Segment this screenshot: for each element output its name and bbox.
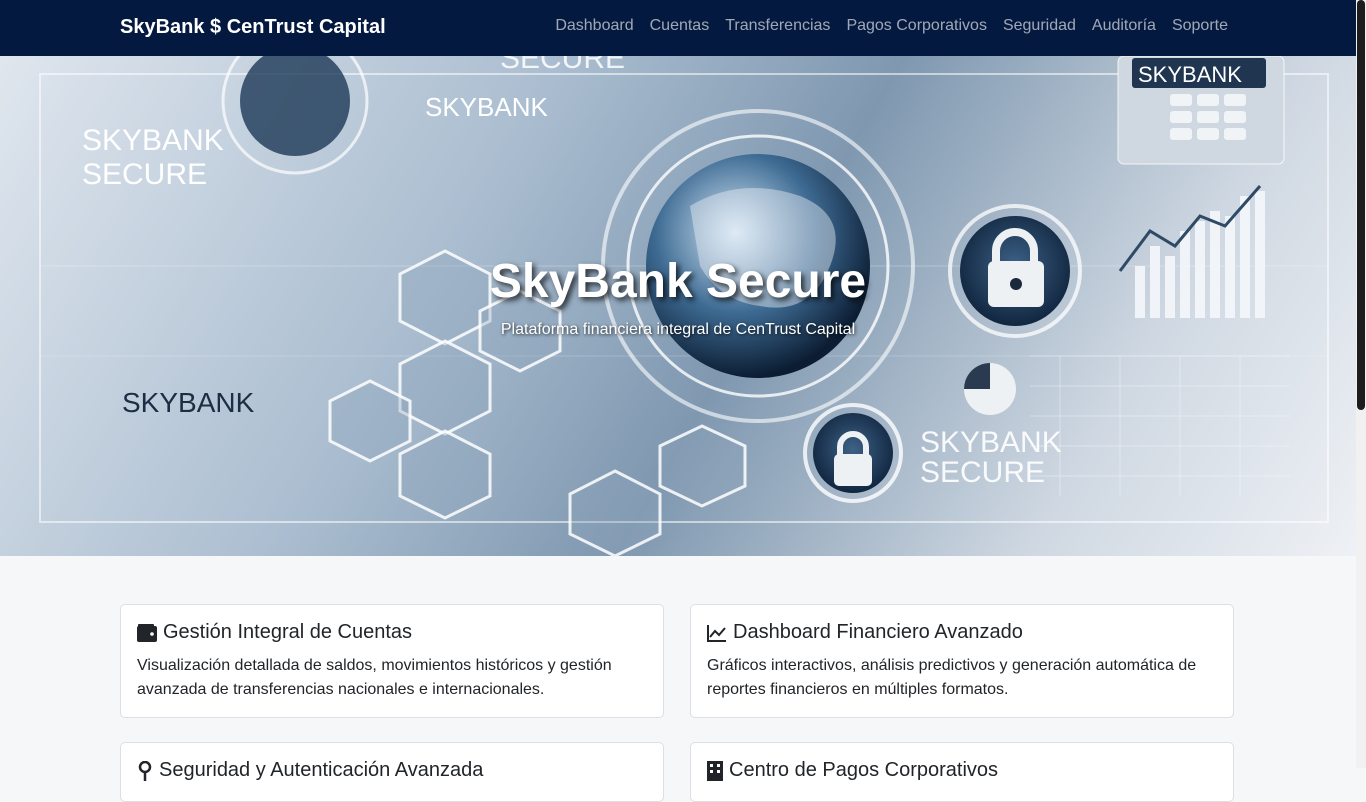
building-icon xyxy=(707,760,723,781)
card-seguridad: Seguridad y Autenticación Avanzada xyxy=(120,742,664,802)
hero-img-secure-top: SECURE xyxy=(500,56,625,75)
nav-auditoria[interactable]: Auditoría xyxy=(1092,17,1156,35)
hero-img-logo-top-right: SKYBANK xyxy=(1138,62,1242,87)
scrollbar-thumb[interactable] xyxy=(1357,0,1365,410)
card-title-row: Dashboard Financiero Avanzado xyxy=(707,621,1217,644)
hero-title: SkyBank Secure xyxy=(489,255,867,308)
hero-banner: SECURE SKYBANK SKYBANK SKYBANK SECURE SK… xyxy=(0,56,1356,556)
wallet-icon xyxy=(137,623,157,642)
hero-img-logo-bottom-right-2: SECURE xyxy=(920,456,1045,489)
nav-seguridad[interactable]: Seguridad xyxy=(1003,17,1076,35)
chart-line-icon xyxy=(707,624,726,642)
card-title: Centro de Pagos Corporativos xyxy=(729,759,999,781)
card-title: Gestión Integral de Cuentas xyxy=(163,621,413,643)
brand-logo[interactable]: SkyBank $ CenTrust Capital xyxy=(120,16,386,39)
card-text: Visualización detallada de saldos, movim… xyxy=(137,657,612,698)
hero-img-logo-bottom-left: SKYBANK xyxy=(122,387,255,418)
key-icon xyxy=(138,760,152,781)
card-title: Dashboard Financiero Avanzado xyxy=(733,621,1023,643)
hero-img-logo-top-center: SKYBANK xyxy=(425,92,548,122)
hero-img-logo-left-2: SECURE xyxy=(82,158,207,191)
card-dashboard-financiero: Dashboard Financiero Avanzado Gráficos i… xyxy=(690,604,1234,718)
main-nav: Dashboard Cuentas Transferencias Pagos C… xyxy=(555,17,1228,35)
nav-cuentas[interactable]: Cuentas xyxy=(650,17,710,35)
nav-transferencias[interactable]: Transferencias xyxy=(725,17,830,35)
card-title-row: Seguridad y Autenticación Avanzada xyxy=(137,759,647,782)
card-title-row: Gestión Integral de Cuentas xyxy=(137,621,647,644)
top-navbar: SkyBank $ CenTrust Capital Dashboard Cue… xyxy=(0,0,1356,56)
card-title-row: Centro de Pagos Corporativos xyxy=(707,759,1217,782)
hero-img-logo-bottom-right-1: SKYBANK xyxy=(920,426,1062,459)
nav-dashboard[interactable]: Dashboard xyxy=(555,17,633,35)
card-title: Seguridad y Autenticación Avanzada xyxy=(159,759,484,781)
card-gestion-cuentas: Gestión Integral de Cuentas Visualizació… xyxy=(120,604,664,718)
nav-soporte[interactable]: Soporte xyxy=(1172,17,1228,35)
nav-pagos-corporativos[interactable]: Pagos Corporativos xyxy=(846,17,987,35)
hero-subtitle: Plataforma financiera integral de CenTru… xyxy=(500,321,856,338)
card-pagos-corporativos: Centro de Pagos Corporativos xyxy=(690,742,1234,802)
card-text: Gráficos interactivos, análisis predicti… xyxy=(707,657,1197,698)
hero-img-logo-left-1: SKYBANK xyxy=(82,124,224,157)
